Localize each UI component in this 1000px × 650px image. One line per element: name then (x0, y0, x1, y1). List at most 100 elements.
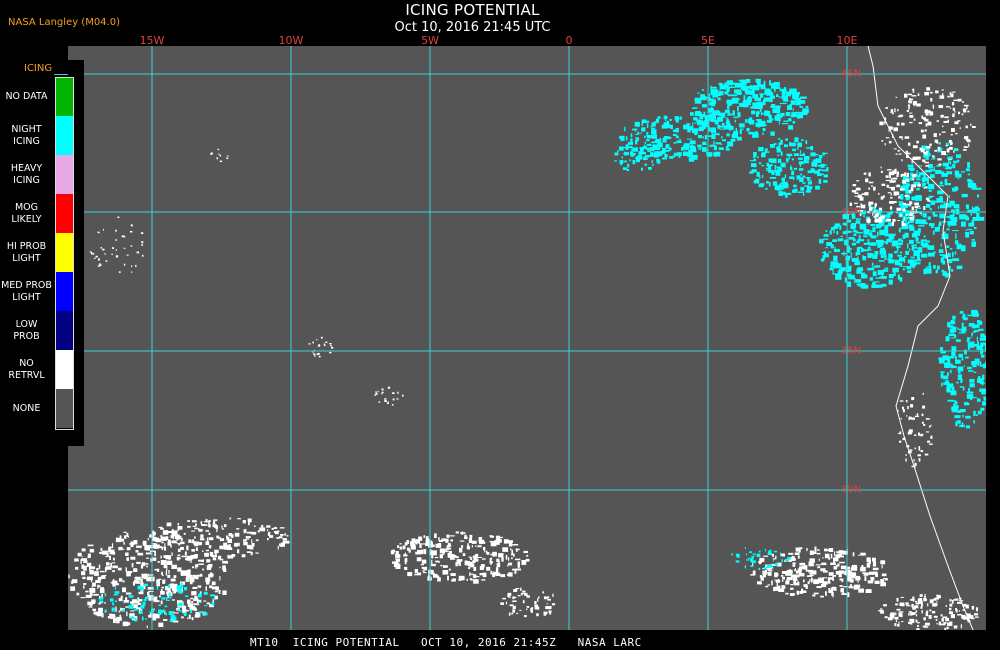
cloud-pixel (917, 625, 919, 627)
cloud-pixel (750, 170, 754, 173)
cloud-pixel (920, 239, 927, 242)
cloud-pixel (446, 534, 450, 538)
cloud-pixel (969, 230, 974, 235)
cloud-pixel (142, 254, 144, 257)
cloud-pixel (755, 122, 762, 127)
cloud-pixel (115, 606, 117, 611)
cloud-pixel (974, 206, 979, 209)
cloud-pixel (210, 594, 215, 597)
cloud-pixel (209, 551, 214, 557)
legend-item: HI PROB LIGHT (0, 233, 84, 272)
cloud-pixel (962, 149, 967, 151)
cloud-pixel (316, 339, 318, 341)
cloud-pixel (950, 369, 952, 374)
cloud-pixel (756, 553, 761, 557)
cloud-pixel (794, 137, 799, 143)
cloud-pixel (954, 240, 959, 245)
cloud-pixel (489, 541, 495, 543)
cloud-pixel (121, 538, 125, 542)
cloud-pixel (958, 371, 961, 374)
cloud-pixel (219, 154, 222, 157)
cloud-pixel (967, 110, 970, 113)
cloud-pixel (849, 202, 852, 206)
cloud-pixel (793, 574, 797, 576)
cloud-pixel (963, 108, 967, 113)
cloud-pixel (187, 610, 189, 612)
cloud-pixel (188, 575, 190, 578)
cloud-pixel (537, 598, 539, 602)
cloud-pixel (724, 125, 731, 130)
cloud-pixel (825, 230, 828, 233)
cloud-pixel (965, 425, 970, 429)
cloud-pixel (126, 557, 129, 561)
map-canvas (68, 46, 986, 630)
cloud-pixel (793, 153, 800, 156)
cloud-pixel (954, 121, 959, 125)
cloud-pixel (316, 353, 318, 355)
cloud-pixel (799, 106, 803, 108)
cloud-pixel (905, 454, 907, 456)
cloud-pixel (914, 462, 917, 466)
cloud-pixel (629, 159, 631, 162)
cloud-pixel (911, 245, 914, 251)
cloud-pixel (907, 243, 909, 249)
cloud-pixel (713, 111, 720, 116)
cloud-pixel (163, 619, 168, 621)
cloud-pixel (942, 233, 947, 235)
cloud-pixel (217, 148, 220, 151)
cloud-pixel (933, 166, 935, 172)
cloud-pixel (648, 167, 652, 170)
cloud-pixel (896, 184, 901, 188)
cloud-pixel (752, 553, 755, 555)
cloud-pixel (954, 415, 961, 419)
cloud-pixel (195, 547, 198, 551)
icing-map[interactable]: 45N 40N 35N 30N (68, 46, 986, 630)
cloud-pixel (466, 578, 468, 581)
cloud-pixel (948, 146, 953, 150)
cloud-pixel (890, 192, 892, 196)
cloud-pixel (863, 215, 865, 218)
cloud-pixel (946, 216, 951, 218)
cloud-pixel (904, 194, 909, 197)
cloud-pixel (134, 617, 137, 622)
cloud-pixel (910, 256, 915, 259)
cloud-pixel (818, 581, 825, 583)
cloud-pixel (777, 158, 782, 163)
cloud-pixel (886, 218, 890, 222)
cloud-pixel (943, 622, 947, 624)
cloud-pixel (976, 336, 978, 341)
cloud-pixel (882, 241, 886, 243)
cloud-pixel (782, 579, 784, 582)
cloud-pixel (929, 111, 934, 116)
cloud-pixel (765, 569, 767, 573)
cloud-pixel (893, 271, 896, 277)
cloud-pixel (974, 613, 979, 615)
cloud-pixel (467, 561, 473, 566)
cloud-pixel (780, 139, 783, 145)
cloud-pixel (774, 573, 779, 576)
cloud-pixel (512, 544, 519, 546)
cloud-pixel (907, 270, 912, 273)
cloud-pixel (886, 184, 889, 188)
cloud-pixel (495, 572, 501, 576)
cloud-pixel (725, 148, 730, 151)
cloud-pixel (912, 145, 918, 149)
cloud-pixel (790, 115, 797, 117)
cloud-pixel (106, 562, 110, 566)
cloud-pixel (200, 573, 203, 576)
cloud-pixel (880, 166, 882, 169)
cloud-pixel (617, 150, 619, 153)
cloud-pixel (463, 577, 465, 580)
cloud-pixel (956, 159, 960, 163)
cloud-pixel (938, 105, 944, 109)
cloud-pixel (764, 110, 768, 116)
cloud-pixel (662, 157, 667, 160)
cloud-pixel (178, 610, 183, 612)
cloud-pixel (93, 609, 95, 611)
cloud-pixel (717, 97, 721, 101)
cloud-pixel (180, 573, 186, 576)
cloud-pixel (709, 144, 715, 147)
cloud-pixel (645, 155, 650, 158)
cloud-pixel (978, 320, 983, 325)
cloud-pixel (851, 190, 857, 193)
